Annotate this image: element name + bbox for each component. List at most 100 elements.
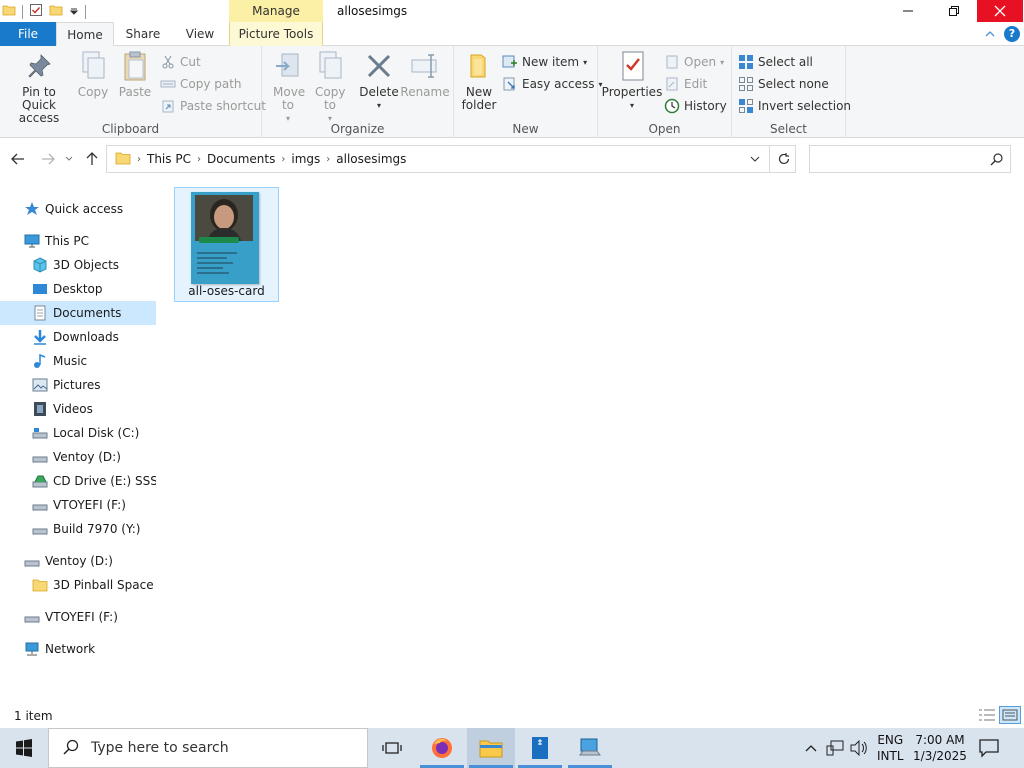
properties-button[interactable]: Properties ▾: [602, 50, 662, 112]
nav-item-this-pc[interactable]: This PC: [0, 229, 156, 253]
copy-path-button[interactable]: Copy path: [160, 74, 242, 94]
thumbnail-text-line: [197, 262, 233, 264]
notifications-button[interactable]: [978, 738, 1000, 758]
minimize-button[interactable]: [885, 0, 931, 22]
thumbnail-text-line: [197, 267, 223, 269]
forward-arrow-icon: [42, 153, 55, 165]
address-history-dropdown[interactable]: [745, 150, 765, 168]
nav-label: VTOYEFI (F:): [45, 610, 118, 624]
address-bar[interactable]: › This PC › Documents › imgs › allosesim…: [106, 145, 796, 173]
tab-view[interactable]: View: [172, 22, 228, 46]
nav-item-local-disk[interactable]: Local Disk (C:): [0, 421, 156, 445]
network-tray-button[interactable]: [826, 740, 844, 756]
details-view-button[interactable]: [978, 708, 996, 722]
paste-shortcut-label: Paste shortcut: [180, 99, 266, 113]
select-none-button[interactable]: Select none: [738, 74, 829, 94]
nav-item-cd-drive[interactable]: CD Drive (E:) SSS_X6: [0, 469, 156, 493]
cut-button[interactable]: Cut: [160, 52, 201, 72]
setup-app-taskbar-button[interactable]: [566, 728, 614, 768]
chevron-right-icon[interactable]: ›: [326, 154, 330, 165]
help-button[interactable]: ?: [1004, 26, 1020, 42]
nav-item-desktop[interactable]: Desktop: [0, 277, 156, 301]
move-to-button[interactable]: Move to ▾: [268, 50, 308, 125]
breadcrumb-imgs[interactable]: imgs: [291, 152, 320, 166]
nav-label: Pictures: [53, 378, 101, 392]
nav-item-vtoyefi-f[interactable]: VTOYEFI (F:): [0, 493, 156, 517]
customize-qat-dropdown-icon[interactable]: [69, 5, 79, 19]
breadcrumb-allosesimgs[interactable]: allosesimgs: [336, 152, 406, 166]
nav-item-network[interactable]: Network: [0, 637, 156, 661]
edit-button[interactable]: Edit: [664, 74, 707, 94]
new-folder-icon[interactable]: [49, 3, 63, 20]
nav-item-pictures[interactable]: Pictures: [0, 373, 156, 397]
tab-file[interactable]: File: [0, 22, 56, 46]
taskbar: Type here to search ENG INTL 7:00 AM 1/3…: [0, 728, 1024, 768]
properties-check-icon[interactable]: [29, 3, 43, 20]
select-all-button[interactable]: Select all: [738, 52, 813, 72]
zip-app-taskbar-button[interactable]: [516, 728, 564, 768]
file-item[interactable]: all-oses-card: [174, 187, 279, 302]
nav-item-3d-objects[interactable]: 3D Objects: [0, 253, 156, 277]
drive-icon: [24, 609, 40, 625]
recent-locations-button[interactable]: [62, 150, 76, 168]
delete-button[interactable]: Delete ▾: [358, 50, 400, 112]
search-input[interactable]: [809, 145, 1011, 173]
nav-item-quick-access[interactable]: Quick access: [0, 197, 156, 221]
nav-item-videos[interactable]: Videos: [0, 397, 156, 421]
close-button[interactable]: [977, 0, 1023, 22]
taskbar-search-box[interactable]: Type here to search: [48, 728, 368, 768]
task-view-button[interactable]: [368, 728, 416, 768]
copy-icon: [77, 50, 109, 82]
new-folder-button[interactable]: New folder: [458, 50, 500, 112]
tab-home[interactable]: Home: [56, 22, 114, 47]
chevron-right-icon[interactable]: ›: [197, 154, 201, 165]
history-button[interactable]: History: [664, 96, 727, 116]
collapse-ribbon-button[interactable]: [979, 24, 1001, 44]
breadcrumb-this-pc[interactable]: This PC: [147, 152, 191, 166]
language-indicator[interactable]: ENG INTL: [877, 732, 904, 764]
new-item-icon: [502, 54, 518, 70]
easy-access-button[interactable]: Easy access ▾: [502, 74, 603, 94]
nav-item-downloads[interactable]: Downloads: [0, 325, 156, 349]
easy-access-icon: [502, 76, 518, 92]
nav-item-ventoy-root[interactable]: Ventoy (D:): [0, 549, 156, 573]
pin-to-quick-access-button[interactable]: Pin to Quick access: [4, 50, 74, 125]
firefox-taskbar-button[interactable]: [418, 728, 466, 768]
scissors-icon: [160, 54, 176, 70]
new-item-button[interactable]: New item ▾: [502, 52, 587, 72]
nav-item-music[interactable]: Music: [0, 349, 156, 373]
nav-item-ventoy-d[interactable]: Ventoy (D:): [0, 445, 156, 469]
copy-button[interactable]: Copy: [74, 50, 112, 99]
file-explorer-taskbar-button[interactable]: [467, 728, 515, 768]
breadcrumb-documents[interactable]: Documents: [207, 152, 275, 166]
large-icons-view-button[interactable]: [999, 706, 1021, 724]
tab-picture-tools[interactable]: Picture Tools: [229, 22, 323, 46]
nav-item-vtoyefi-root[interactable]: VTOYEFI (F:): [0, 605, 156, 629]
open-button[interactable]: Open ▾: [664, 52, 724, 72]
copy-to-button[interactable]: Copy to ▾: [310, 50, 350, 125]
chevron-right-icon[interactable]: ›: [281, 154, 285, 165]
chevron-right-icon[interactable]: ›: [137, 154, 141, 165]
back-button[interactable]: [8, 150, 28, 168]
rename-label: Rename: [400, 85, 450, 99]
nav-item-pinball[interactable]: 3D Pinball Space Ca: [0, 573, 156, 597]
ribbon-tabs: File Home Share View Picture Tools ?: [0, 22, 1024, 47]
start-button[interactable]: [0, 728, 48, 768]
restore-button[interactable]: [931, 0, 977, 22]
invert-selection-button[interactable]: Invert selection: [738, 96, 851, 116]
show-hidden-icons-button[interactable]: [802, 740, 820, 756]
rename-button[interactable]: Rename: [400, 50, 450, 99]
forward-button[interactable]: [38, 150, 58, 168]
refresh-button[interactable]: [769, 146, 797, 172]
tab-share[interactable]: Share: [114, 22, 172, 46]
paste-shortcut-button[interactable]: Paste shortcut: [160, 96, 266, 116]
document-icon: [32, 305, 48, 321]
clock[interactable]: 7:00 AM 1/3/2025: [912, 732, 968, 764]
volume-button[interactable]: [850, 740, 868, 756]
nav-item-documents[interactable]: Documents: [0, 301, 156, 325]
nav-item-build[interactable]: Build 7970 (Y:): [0, 517, 156, 541]
paste-button[interactable]: Paste: [116, 50, 154, 99]
computer-icon: [24, 233, 40, 249]
up-button[interactable]: [82, 150, 102, 168]
move-to-label: Move to: [273, 85, 306, 112]
